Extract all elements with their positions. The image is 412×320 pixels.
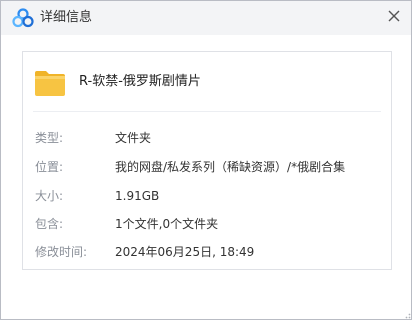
folder-icon (35, 71, 65, 96)
dialog-title: 详细信息 (40, 10, 93, 25)
detail-label: 类型: (35, 131, 64, 145)
detail-label: 位置: (35, 160, 64, 174)
divider (33, 111, 381, 112)
title-bar: 详细信息 (1, 1, 411, 35)
close-button[interactable] (383, 5, 405, 27)
close-icon (388, 10, 400, 22)
detail-label: 修改时间: (35, 245, 88, 259)
detail-label: 包含: (35, 217, 64, 231)
location-link[interactable]: 我的网盘/私发系列（稀缺资源）/*俄剧合集 (115, 159, 345, 175)
resize-grip-icon[interactable] (402, 310, 411, 319)
detail-value: 文件夹 (115, 131, 152, 145)
details-dialog: 详细信息 R-软禁-俄罗斯剧情片 类型: 文件夹 位置: 我的网盘/私发系列（稀… (0, 0, 412, 320)
detail-value: 1.91GB (115, 189, 160, 203)
detail-value: 2024年06月25日, 18:49 (115, 245, 255, 259)
detail-label: 大小: (35, 189, 64, 203)
detail-value: 1个文件,0个文件夹 (115, 217, 219, 231)
baidu-netdisk-logo-icon (12, 8, 34, 28)
file-name: R-软禁-俄罗斯剧情片 (79, 74, 201, 89)
details-panel: R-软禁-俄罗斯剧情片 类型: 文件夹 位置: 我的网盘/私发系列（稀缺资源）/… (22, 51, 392, 270)
